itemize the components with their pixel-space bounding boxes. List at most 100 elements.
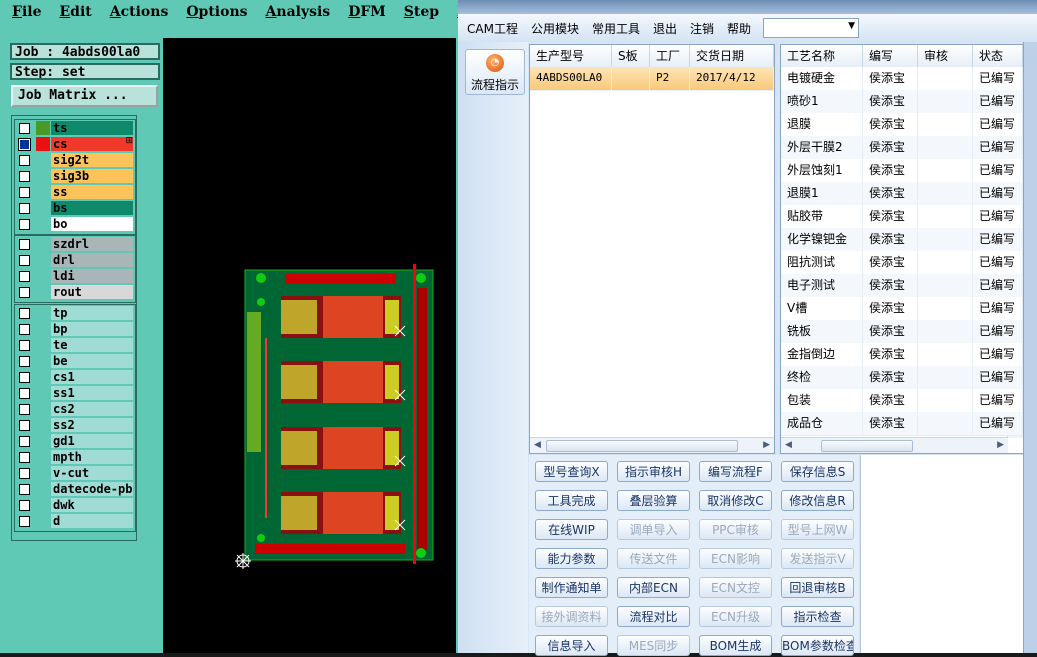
layer-row-cs[interactable]: cs ⊞	[15, 136, 135, 152]
table-row[interactable]: 外层蚀刻1 侯添宝 已编写	[781, 159, 1023, 183]
layer-row-szdrl[interactable]: szdrl	[15, 236, 135, 252]
layer-row-be[interactable]: be	[15, 353, 135, 369]
action-button-2-3[interactable]: 型号上网W	[781, 519, 854, 540]
action-button-1-3[interactable]: 修改信息R	[781, 490, 854, 511]
layer-name[interactable]: cs	[51, 137, 133, 151]
table-row[interactable]: 退膜 侯添宝 已编写	[781, 113, 1023, 137]
layer-checkbox[interactable]	[19, 239, 30, 250]
table-row[interactable]: 退膜1 侯添宝 已编写	[781, 182, 1023, 206]
layer-checkbox[interactable]	[19, 203, 30, 214]
layer-name[interactable]: te	[51, 338, 133, 352]
layer-row-ss[interactable]: ss	[15, 184, 135, 200]
action-button-0-1[interactable]: 指示审核H	[617, 461, 690, 482]
table-row[interactable]: 成品仓 侯添宝 已编写	[781, 412, 1023, 436]
layer-checkbox[interactable]	[19, 500, 30, 511]
table-row[interactable]: V槽 侯添宝 已编写	[781, 297, 1023, 321]
layer-checkbox[interactable]	[19, 484, 30, 495]
action-button-2-1[interactable]: 调单导入	[617, 519, 690, 540]
layer-name[interactable]: ss2	[51, 418, 133, 432]
table-row[interactable]: 电镀硬金 侯添宝 已编写	[781, 67, 1023, 91]
action-button-3-2[interactable]: ECN影响	[699, 548, 772, 569]
table-row[interactable]: 化学镍钯金 侯添宝 已编写	[781, 228, 1023, 252]
order-table-hscroll[interactable]: ◀ ▶	[530, 437, 774, 453]
layer-row-ldi[interactable]: ldi	[15, 268, 135, 284]
layer-row-ss1[interactable]: ss1	[15, 385, 135, 401]
menu-item-4[interactable]: 注销	[690, 20, 714, 37]
layer-row-cs2[interactable]: cs2	[15, 401, 135, 417]
column-header[interactable]: 工厂	[650, 45, 690, 67]
menu-item-0[interactable]: CAM工程	[467, 20, 518, 37]
layer-checkbox[interactable]	[19, 372, 30, 383]
menu-item-3[interactable]: 退出	[653, 20, 677, 37]
menu-edit[interactable]: Edit	[60, 4, 92, 20]
action-button-5-3[interactable]: 指示检查	[781, 606, 854, 627]
layer-name[interactable]: ts	[51, 121, 133, 135]
action-button-4-1[interactable]: 内部ECN	[617, 577, 690, 598]
menu-actions[interactable]: Actions	[110, 4, 169, 20]
table-row[interactable]: 喷砂1 侯添宝 已编写	[781, 90, 1023, 114]
column-header[interactable]: S板	[612, 45, 650, 67]
menu-step[interactable]: Step	[404, 4, 439, 20]
layer-name[interactable]: bo	[51, 217, 133, 231]
action-button-4-3[interactable]: 回退审核B	[781, 577, 854, 598]
column-header[interactable]: 生产型号	[530, 45, 612, 67]
layer-row-mpth[interactable]: mpth	[15, 449, 135, 465]
layer-checkbox[interactable]	[19, 219, 30, 230]
layer-checkbox[interactable]	[19, 452, 30, 463]
layer-checkbox[interactable]	[19, 468, 30, 479]
layer-checkbox[interactable]	[19, 123, 30, 134]
layer-row-bs[interactable]: bs	[15, 200, 135, 216]
layer-name[interactable]: rout	[51, 285, 133, 299]
action-button-5-0[interactable]: 接外调资料	[535, 606, 608, 627]
layer-name[interactable]: dwk	[51, 498, 133, 512]
action-button-2-2[interactable]: PPC审核	[699, 519, 772, 540]
action-button-1-2[interactable]: 取消修改C	[699, 490, 772, 511]
layer-row-bp[interactable]: bp	[15, 321, 135, 337]
layer-row-rout[interactable]: rout	[15, 284, 135, 300]
menu-options[interactable]: Options	[186, 4, 247, 20]
table-row[interactable]: 包装 侯添宝 已编写	[781, 389, 1023, 413]
layer-checkbox[interactable]	[19, 388, 30, 399]
layer-name[interactable]: datecode-pbe	[51, 482, 133, 496]
layer-row-cs1[interactable]: cs1	[15, 369, 135, 385]
layer-name[interactable]: be	[51, 354, 133, 368]
action-button-5-2[interactable]: ECN升级	[699, 606, 772, 627]
layer-name[interactable]: cs2	[51, 402, 133, 416]
layer-checkbox[interactable]	[19, 187, 30, 198]
column-header[interactable]: 状态	[973, 45, 1023, 67]
action-button-1-1[interactable]: 叠层验算	[617, 490, 690, 511]
layer-row-ts[interactable]: ts	[15, 120, 135, 136]
layer-row-tp[interactable]: tp	[15, 305, 135, 321]
layer-checkbox[interactable]	[19, 255, 30, 266]
action-button-3-3[interactable]: 发送指示V	[781, 548, 854, 569]
action-button-3-1[interactable]: 传送文件	[617, 548, 690, 569]
layer-checkbox[interactable]	[19, 436, 30, 447]
layer-checkbox[interactable]	[19, 271, 30, 282]
action-button-2-0[interactable]: 在线WIP	[535, 519, 608, 540]
layer-name[interactable]: gd1	[51, 434, 133, 448]
graphics-canvas[interactable]	[163, 38, 456, 653]
action-button-0-2[interactable]: 编写流程F	[699, 461, 772, 482]
layer-checkbox[interactable]	[19, 340, 30, 351]
layer-name[interactable]: ss	[51, 185, 133, 199]
action-button-1-0[interactable]: 工具完成	[535, 490, 608, 511]
process-table-hscroll[interactable]: ◀ ▶	[781, 437, 1008, 453]
action-button-0-3[interactable]: 保存信息S	[781, 461, 854, 482]
menu-analysis[interactable]: Analysis	[266, 4, 331, 20]
table-row[interactable]: 外层干膜2 侯添宝 已编写	[781, 136, 1023, 160]
table-row[interactable]: 终检 侯添宝 已编写	[781, 366, 1023, 390]
layer-name[interactable]: v-cut	[51, 466, 133, 480]
layer-row-v-cut[interactable]: v-cut	[15, 465, 135, 481]
layer-name[interactable]: tp	[51, 306, 133, 320]
table-row[interactable]: 金指倒边 侯添宝 已编写	[781, 343, 1023, 367]
layer-name[interactable]: szdrl	[51, 237, 133, 251]
layer-checkbox[interactable]	[18, 138, 31, 151]
layer-row-gd1[interactable]: gd1	[15, 433, 135, 449]
action-button-4-2[interactable]: ECN文控	[699, 577, 772, 598]
layer-row-d[interactable]: d	[15, 513, 135, 529]
column-header[interactable]: 工艺名称	[781, 45, 863, 67]
layer-row-datecode-pbe[interactable]: datecode-pbe	[15, 481, 135, 497]
layer-row-te[interactable]: te	[15, 337, 135, 353]
layer-name[interactable]: ss1	[51, 386, 133, 400]
action-button-3-0[interactable]: 能力参数	[535, 548, 608, 569]
